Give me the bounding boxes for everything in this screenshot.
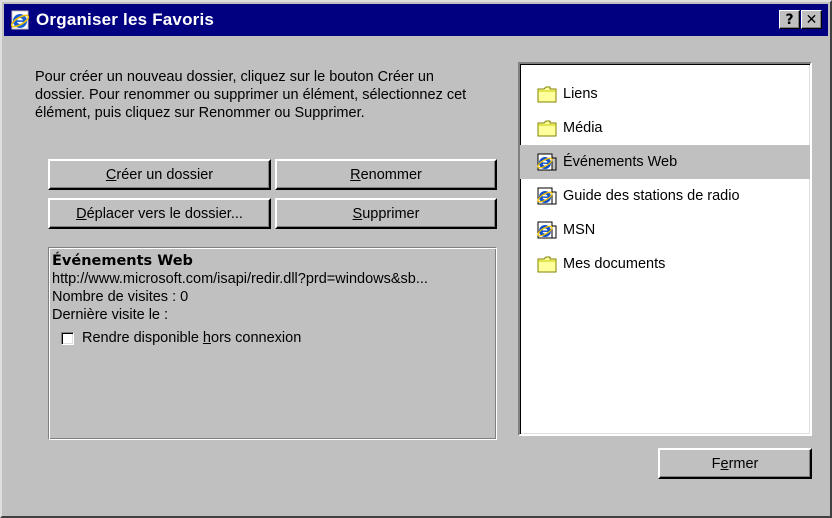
- offline-checkbox[interactable]: [61, 331, 74, 345]
- ie-link-icon: [536, 186, 558, 206]
- ie-favorites-icon: [10, 10, 30, 30]
- favorite-item-label: Mes documents: [563, 256, 666, 272]
- visit-count: Nombre de visites : 0: [52, 289, 189, 305]
- organize-favorites-dialog: Organiser les Favoris ? ✕ Pour créer un …: [0, 0, 832, 518]
- help-button[interactable]: ?: [779, 10, 800, 29]
- folder-icon: [536, 84, 558, 104]
- access-key: C: [105, 166, 117, 183]
- instructions-text: Pour créer un nouveau dossier, cliquez s…: [35, 69, 467, 121]
- delete-button[interactable]: Supprimer: [275, 198, 497, 229]
- favorite-item[interactable]: Guide des stations de radio: [520, 179, 810, 213]
- ie-link-icon: [536, 220, 558, 240]
- favorite-item[interactable]: Mes documents: [520, 247, 810, 281]
- favorite-item[interactable]: Liens: [520, 77, 810, 111]
- rename-button[interactable]: Renommer: [275, 159, 497, 190]
- close-icon: ✕: [805, 11, 818, 28]
- folder-icon: [536, 118, 558, 138]
- favorite-item[interactable]: Événements Web: [520, 145, 810, 179]
- favorite-item[interactable]: MSN: [520, 213, 810, 247]
- access-key: S: [352, 205, 363, 222]
- access-key: e: [720, 455, 729, 472]
- access-key: D: [76, 205, 87, 222]
- selected-item-name: Événements Web: [52, 253, 193, 269]
- window-title: Organiser les Favoris: [36, 10, 215, 29]
- favorite-item-label: Média: [563, 120, 603, 136]
- favorites-list[interactable]: Liens Média Événements Web Guide des statio…: [518, 62, 812, 436]
- ie-link-icon: [536, 152, 558, 172]
- close-window-button[interactable]: ✕: [801, 10, 822, 29]
- offline-label[interactable]: Rendre disponible hors connexion: [82, 329, 301, 347]
- move-to-folder-button[interactable]: Déplacer vers le dossier...: [48, 198, 271, 229]
- access-key: R: [350, 166, 361, 183]
- favorite-item-label: Liens: [563, 86, 598, 102]
- favorite-item-label: MSN: [563, 222, 596, 238]
- selected-item-url: http://www.microsoft.com/isapi/redir.dll…: [52, 271, 428, 287]
- title-bar[interactable]: Organiser les Favoris ? ✕: [4, 4, 828, 36]
- close-button[interactable]: Fe rmer: [658, 448, 812, 479]
- last-visit: Dernière visite le :: [52, 307, 169, 323]
- create-folder-button[interactable]: Créer un dossier: [48, 159, 271, 190]
- item-details-panel: Événements Web http://www.microsoft.com/…: [48, 247, 497, 440]
- folder-icon: [536, 254, 558, 274]
- favorite-item-label: Guide des stations de radio: [563, 188, 740, 204]
- offline-option[interactable]: Rendre disponible hors connexion: [61, 329, 496, 347]
- favorite-item-label: Événements Web: [563, 154, 678, 170]
- favorite-item[interactable]: Média: [520, 111, 810, 145]
